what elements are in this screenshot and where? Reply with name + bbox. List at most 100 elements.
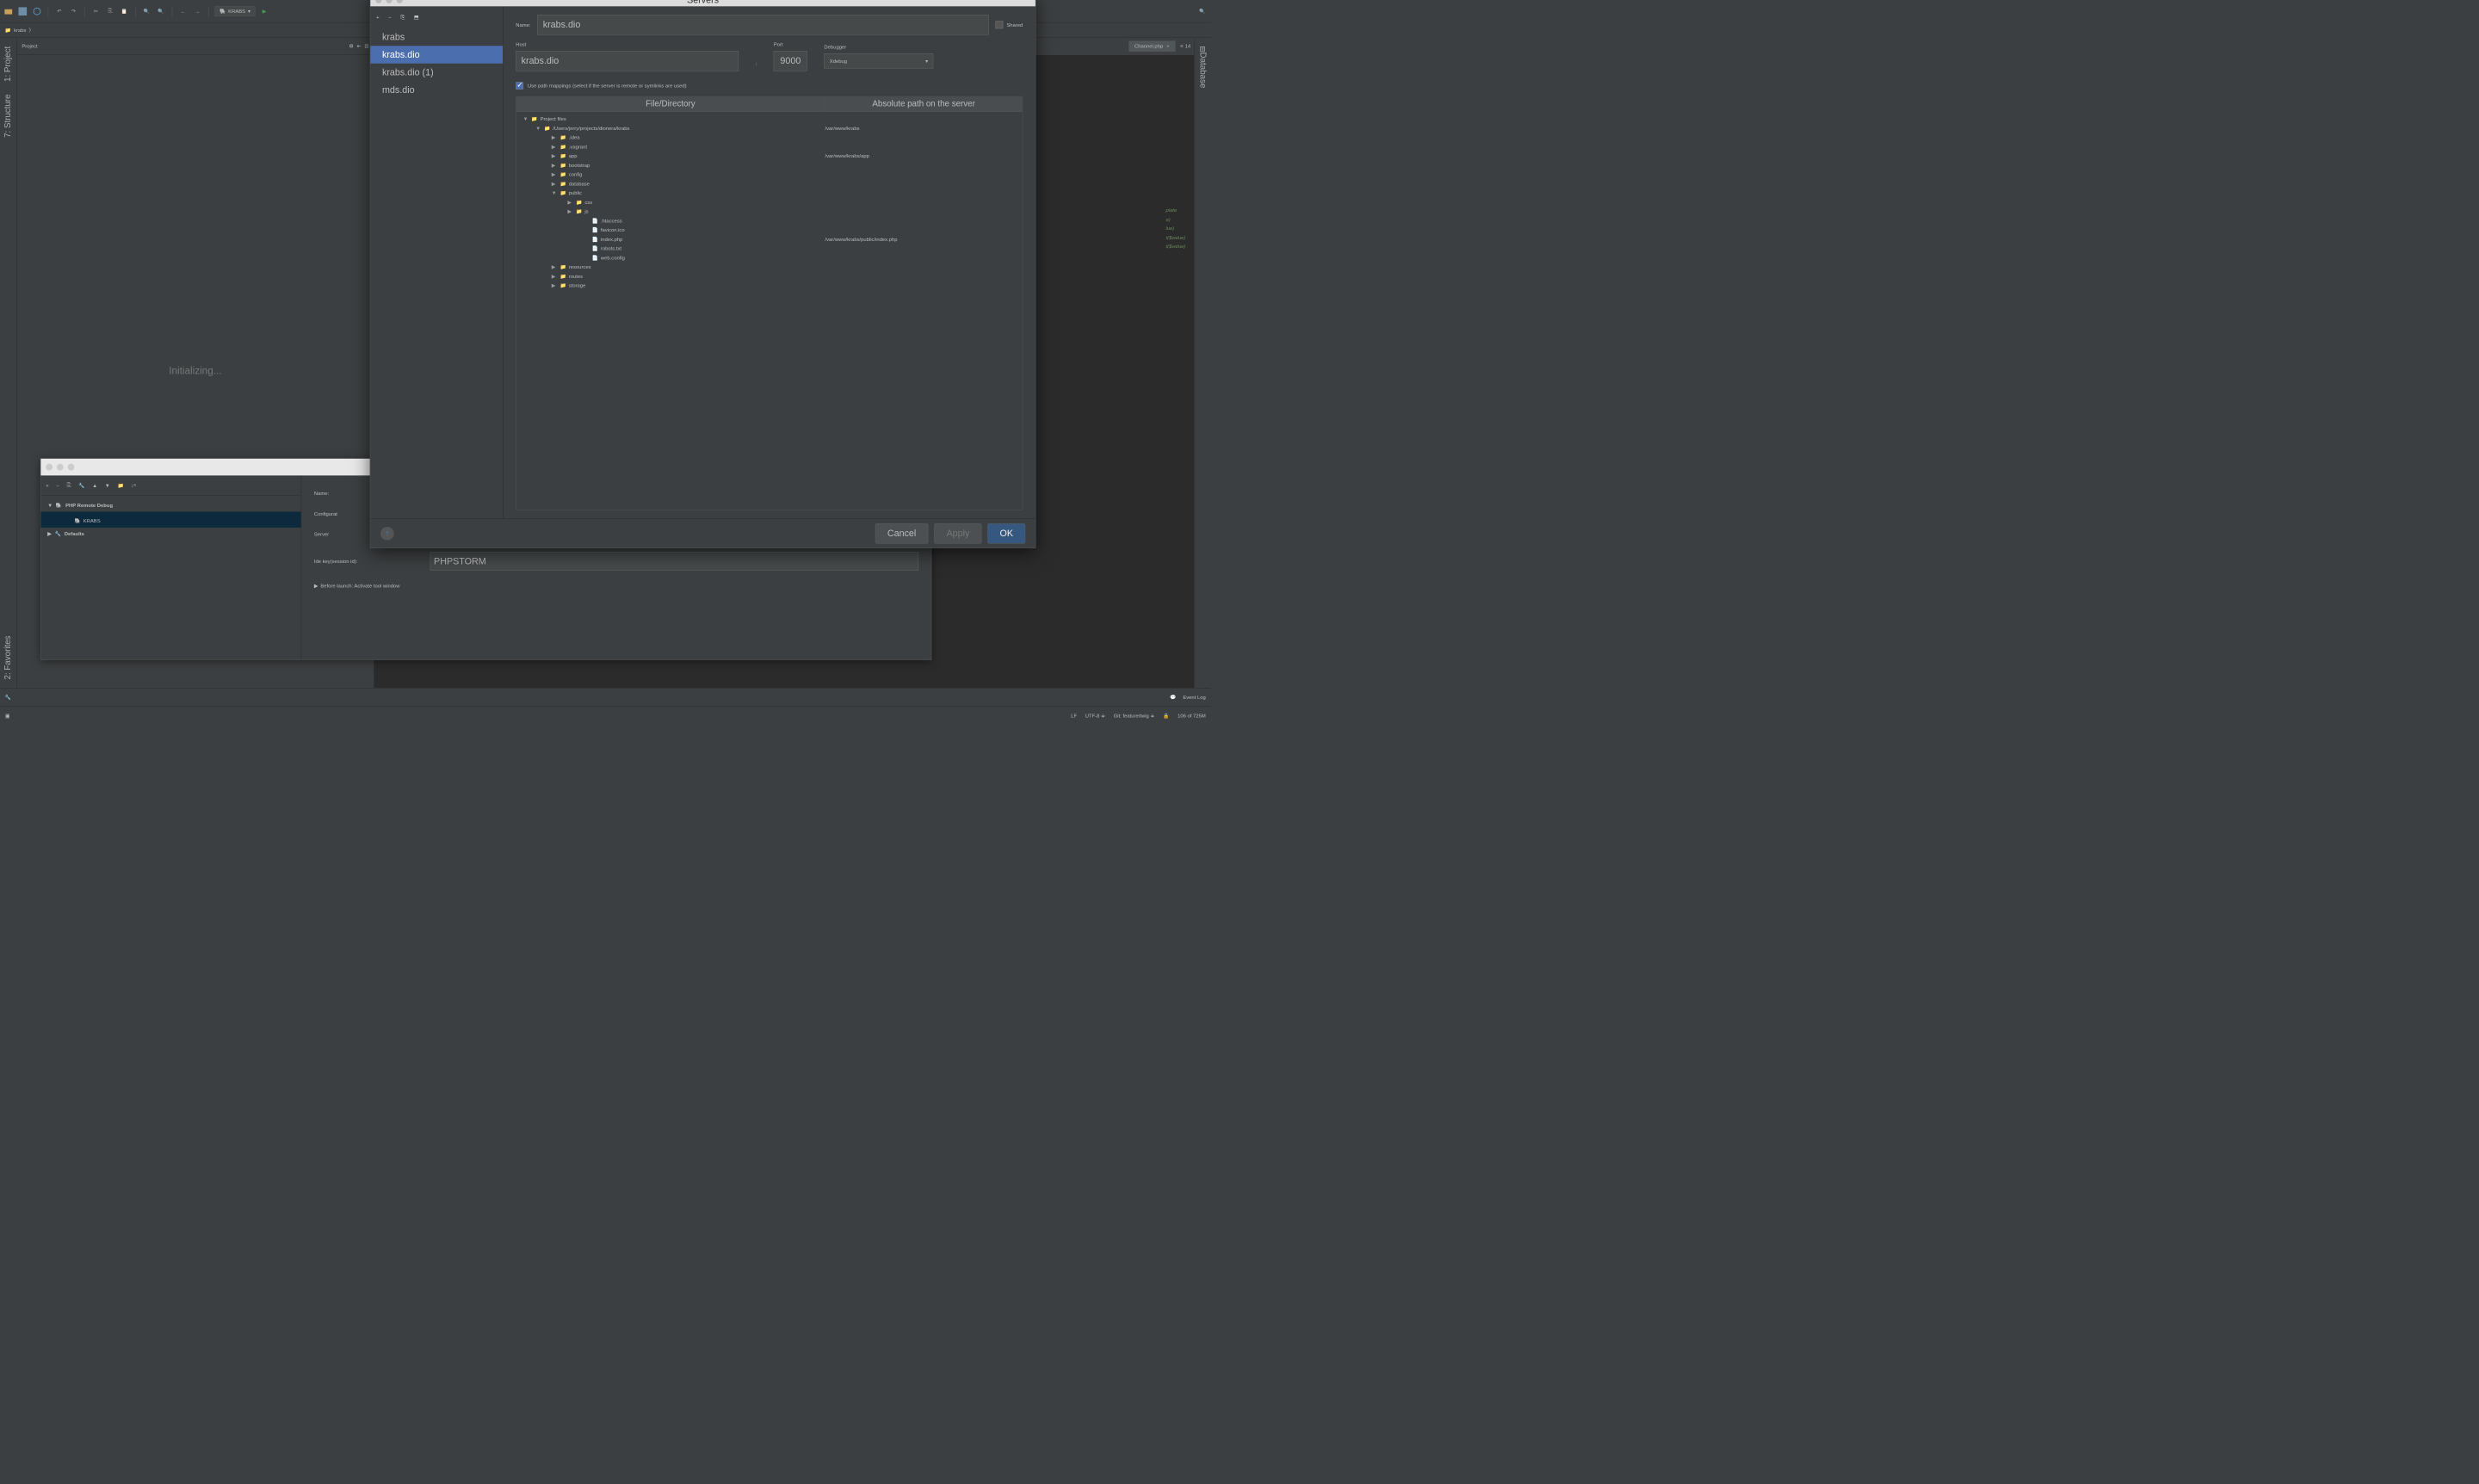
- undo-icon[interactable]: ↶: [54, 6, 65, 16]
- gear-icon[interactable]: ⚙: [349, 43, 353, 49]
- line-separator[interactable]: LF: [1071, 713, 1077, 719]
- tree-row[interactable]: ▶📁storage: [516, 281, 1023, 290]
- status-icon[interactable]: ▣: [5, 713, 10, 719]
- database-icon[interactable]: 🗄: [1199, 46, 1205, 53]
- tree-row[interactable]: ▶📁config: [516, 170, 1023, 179]
- redo-icon[interactable]: ↷: [69, 6, 79, 16]
- down-icon[interactable]: ▼: [105, 482, 110, 488]
- paste-icon[interactable]: 📋: [120, 6, 130, 16]
- cut-icon[interactable]: ✂: [90, 6, 101, 16]
- idekey-input[interactable]: [430, 552, 919, 570]
- server-name-label: Name:: [516, 22, 530, 28]
- save-icon[interactable]: [18, 6, 28, 16]
- path-mappings-checkbox[interactable]: Use path mappings (select if the server …: [516, 82, 1023, 90]
- copy-icon[interactable]: ⎘: [105, 6, 115, 16]
- cancel-button[interactable]: Cancel: [875, 523, 929, 543]
- tree-row[interactable]: ▶📁resources: [516, 263, 1023, 272]
- tree-row[interactable]: ▶📁js: [516, 207, 1023, 216]
- hide-icon[interactable]: ⊟: [364, 43, 368, 49]
- tab-project[interactable]: 1: Project: [3, 46, 13, 82]
- config-type-node[interactable]: ▼🐘PHP Remote Debug: [40, 499, 300, 512]
- chevron-right-icon[interactable]: ▶: [314, 583, 318, 589]
- modal-title: Servers: [687, 0, 719, 5]
- server-list: krabskrabs.diokrabs.dio (1)mds.dio: [370, 28, 503, 99]
- server-list-item[interactable]: krabs: [370, 28, 503, 46]
- traffic-min[interactable]: [57, 464, 64, 471]
- traffic-min[interactable]: [386, 0, 392, 3]
- remove-icon[interactable]: −: [56, 482, 59, 488]
- tree-row[interactable]: ▶📁.vagrant: [516, 142, 1023, 151]
- tree-row[interactable]: 📄index.php/var/www/krabs/public/index.ph…: [516, 235, 1023, 244]
- tree-row[interactable]: 📄favicon.ico: [516, 226, 1023, 235]
- tree-row[interactable]: ▶📁routes: [516, 272, 1023, 281]
- php-icon: 🐘: [219, 9, 226, 15]
- host-input[interactable]: [516, 51, 739, 71]
- host-label: Host: [516, 41, 739, 47]
- close-icon[interactable]: ×: [1166, 43, 1169, 49]
- copy-icon[interactable]: ⎘: [400, 14, 405, 20]
- tree-row[interactable]: 📄robots.txt: [516, 244, 1023, 253]
- forward-icon[interactable]: →: [193, 6, 203, 16]
- edit-icon[interactable]: 🔧: [78, 482, 84, 488]
- config-toolbar: + − ⎘ 🔧 ▲ ▼ 📁 ↓ª: [40, 475, 300, 495]
- help-icon[interactable]: ?: [380, 527, 394, 541]
- debugger-select[interactable]: Xdebug▾: [824, 53, 933, 69]
- tree-row[interactable]: ▼📁/Users/jerry/projects/dionera/krabs/va…: [516, 124, 1023, 133]
- tab-favorites[interactable]: 2: Favorites: [3, 635, 13, 679]
- config-item[interactable]: 🐘 KRABS: [40, 511, 300, 528]
- tree-row[interactable]: ▼📁Project files: [516, 114, 1023, 124]
- list-icon: ≡: [1180, 43, 1183, 49]
- traffic-max[interactable]: [397, 0, 403, 3]
- add-icon[interactable]: +: [46, 482, 48, 488]
- tree-row[interactable]: ▶📁bootstrap: [516, 161, 1023, 170]
- tree-row[interactable]: ▶📁app/var/www/krabs/app: [516, 151, 1023, 161]
- memory-indicator[interactable]: 106 of 725M: [1178, 713, 1206, 719]
- copy-config-icon[interactable]: ⎘: [67, 482, 71, 488]
- tree-row[interactable]: ▶📁css: [516, 198, 1023, 207]
- sort-icon[interactable]: ↓ª: [132, 482, 136, 488]
- open-icon[interactable]: [3, 6, 14, 16]
- event-log-button[interactable]: Event Log: [1183, 695, 1205, 701]
- tab-structure[interactable]: 7: Structure: [3, 95, 13, 138]
- remove-icon[interactable]: −: [388, 15, 391, 21]
- replace-icon[interactable]: 🔍: [156, 6, 166, 16]
- shared-checkbox[interactable]: Shared: [996, 21, 1023, 28]
- event-log-icon: 💬: [1170, 695, 1176, 701]
- git-branch[interactable]: Git: feature/twig: [1114, 713, 1149, 719]
- collapse-icon[interactable]: ⇤: [357, 43, 362, 49]
- add-icon[interactable]: +: [376, 15, 379, 21]
- encoding[interactable]: UTF-8: [1085, 713, 1100, 719]
- traffic-close[interactable]: [375, 0, 381, 3]
- tree-row[interactable]: 📄.htaccess: [516, 216, 1023, 226]
- server-list-item[interactable]: krabs.dio (1): [370, 64, 503, 82]
- sync-icon[interactable]: [32, 6, 42, 16]
- path-mapping-table: File/Directory Absolute path on the serv…: [516, 96, 1023, 510]
- tree-row[interactable]: 📄web.config: [516, 253, 1023, 263]
- search-everywhere-icon[interactable]: 🔍: [1197, 6, 1208, 16]
- editor-tab[interactable]: Channel.php ×: [1128, 40, 1175, 52]
- import-icon[interactable]: ⬒: [414, 15, 419, 21]
- server-list-item[interactable]: mds.dio: [370, 81, 503, 99]
- folder-icon[interactable]: 📁: [117, 482, 123, 488]
- tree-row[interactable]: ▼📁public: [516, 189, 1023, 198]
- run-config-dropdown[interactable]: 🐘 KRABS ▾: [215, 6, 256, 16]
- defaults-node[interactable]: ▶🔧Defaults: [40, 528, 300, 541]
- back-icon[interactable]: ←: [178, 6, 189, 16]
- debugger-label: Debugger: [824, 44, 933, 50]
- server-list-item[interactable]: krabs.dio: [370, 46, 503, 64]
- find-icon[interactable]: 🔍: [142, 6, 152, 16]
- breadcrumb-project[interactable]: krabs: [14, 28, 26, 34]
- traffic-close[interactable]: [46, 464, 53, 471]
- ok-button[interactable]: OK: [987, 523, 1025, 543]
- apply-button[interactable]: Apply: [934, 523, 981, 543]
- run-icon[interactable]: ▶: [259, 6, 269, 16]
- lock-icon[interactable]: 🔒: [1163, 713, 1169, 719]
- todo-icon[interactable]: 🔧: [5, 695, 11, 701]
- server-name-input[interactable]: [537, 15, 989, 34]
- up-icon[interactable]: ▲: [92, 482, 97, 488]
- tree-row[interactable]: ▶📁.idea: [516, 133, 1023, 142]
- tab-database[interactable]: Database: [1197, 53, 1207, 89]
- tree-row[interactable]: ▶📁database: [516, 179, 1023, 189]
- port-input[interactable]: [774, 51, 807, 71]
- traffic-max[interactable]: [68, 464, 75, 471]
